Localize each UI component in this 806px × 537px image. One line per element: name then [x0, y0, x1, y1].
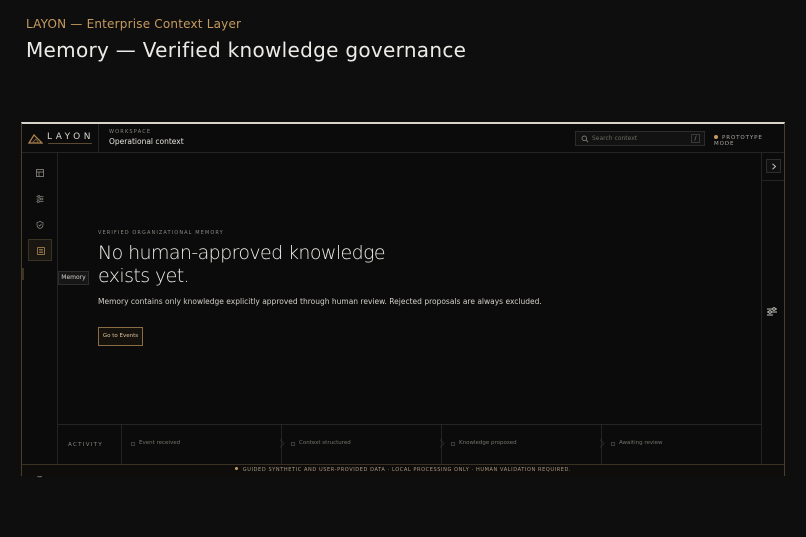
status-dot	[714, 135, 718, 139]
activity-bar: ACTIVITY Event received Context structur…	[58, 424, 761, 464]
step-label: Awaiting review	[619, 440, 663, 446]
app-window: LAYON WORKSPACE Operational context Sear…	[21, 122, 785, 478]
activity-step-awaiting-review[interactable]: Awaiting review	[602, 425, 761, 464]
right-rail-divider	[761, 180, 784, 181]
layon-logo[interactable]: LAYON	[28, 131, 92, 146]
prototype-mode-badge: PROTOTYPE MODE	[714, 135, 784, 147]
go-to-events-button[interactable]: Go to Events	[98, 327, 143, 346]
prototype-mode-label: PROTOTYPE MODE	[714, 135, 763, 147]
step-label: Event received	[139, 440, 181, 446]
rail-item-context[interactable]	[28, 188, 52, 210]
search-placeholder: Search context	[592, 135, 638, 142]
step-status-icon	[451, 442, 455, 446]
active-indicator	[22, 268, 24, 280]
activity-label: ACTIVITY	[68, 442, 103, 448]
expand-panel-button[interactable]	[766, 159, 781, 173]
layout-icon	[36, 169, 44, 177]
memory-section-kicker: VERIFIED ORGANIZATIONAL MEMORY	[98, 230, 224, 236]
rail-tooltip: Memory	[58, 271, 89, 285]
chevron-right-icon	[772, 163, 777, 170]
shield-check-icon	[36, 221, 44, 229]
footer-notice: GUIDED SYNTHETIC AND USER-PROVIDED DATA …	[22, 464, 784, 476]
logo-mark-icon	[28, 134, 43, 144]
workspace-label: WORKSPACE	[109, 129, 152, 135]
sliders-icon	[36, 195, 44, 203]
memory-icon	[37, 247, 45, 255]
topbar: LAYON WORKSPACE Operational context Sear…	[22, 124, 784, 153]
workspace-name[interactable]: Operational context	[109, 137, 184, 146]
memory-empty-title: No human-approved knowledge exists yet.	[98, 242, 386, 287]
rail-item-overview[interactable]	[28, 162, 52, 184]
step-label: Context structured	[299, 440, 351, 446]
step-status-icon	[131, 442, 135, 446]
slide-headline: Memory — Verified knowledge governance	[26, 38, 467, 62]
slide-kicker: LAYON — Enterprise Context Layer	[26, 17, 242, 31]
footer-text: GUIDED SYNTHETIC AND USER-PROVIDED DATA …	[242, 467, 572, 473]
memory-description: Memory contains only knowledge explicitl…	[98, 297, 542, 306]
search-input[interactable]: Search context /	[575, 131, 705, 146]
rail-item-governance[interactable]	[28, 214, 52, 236]
search-icon	[581, 135, 589, 143]
activity-step-event-received[interactable]: Event received	[122, 425, 285, 464]
filter-settings-icon[interactable]	[766, 306, 778, 317]
logo-wordmark: LAYON	[47, 132, 95, 142]
step-label: Knowledge proposed	[459, 440, 517, 446]
activity-step-knowledge-proposed[interactable]: Knowledge proposed	[442, 425, 605, 464]
activity-step-context-structured[interactable]: Context structured	[282, 425, 445, 464]
topbar-divider	[98, 124, 99, 152]
rail-item-memory[interactable]	[28, 239, 52, 261]
step-status-icon	[611, 442, 615, 446]
search-shortcut-key: /	[691, 134, 700, 143]
left-rail: Memory	[22, 153, 89, 478]
step-status-icon	[291, 442, 295, 446]
logo-underline	[48, 143, 92, 144]
footer-dot	[234, 467, 238, 470]
